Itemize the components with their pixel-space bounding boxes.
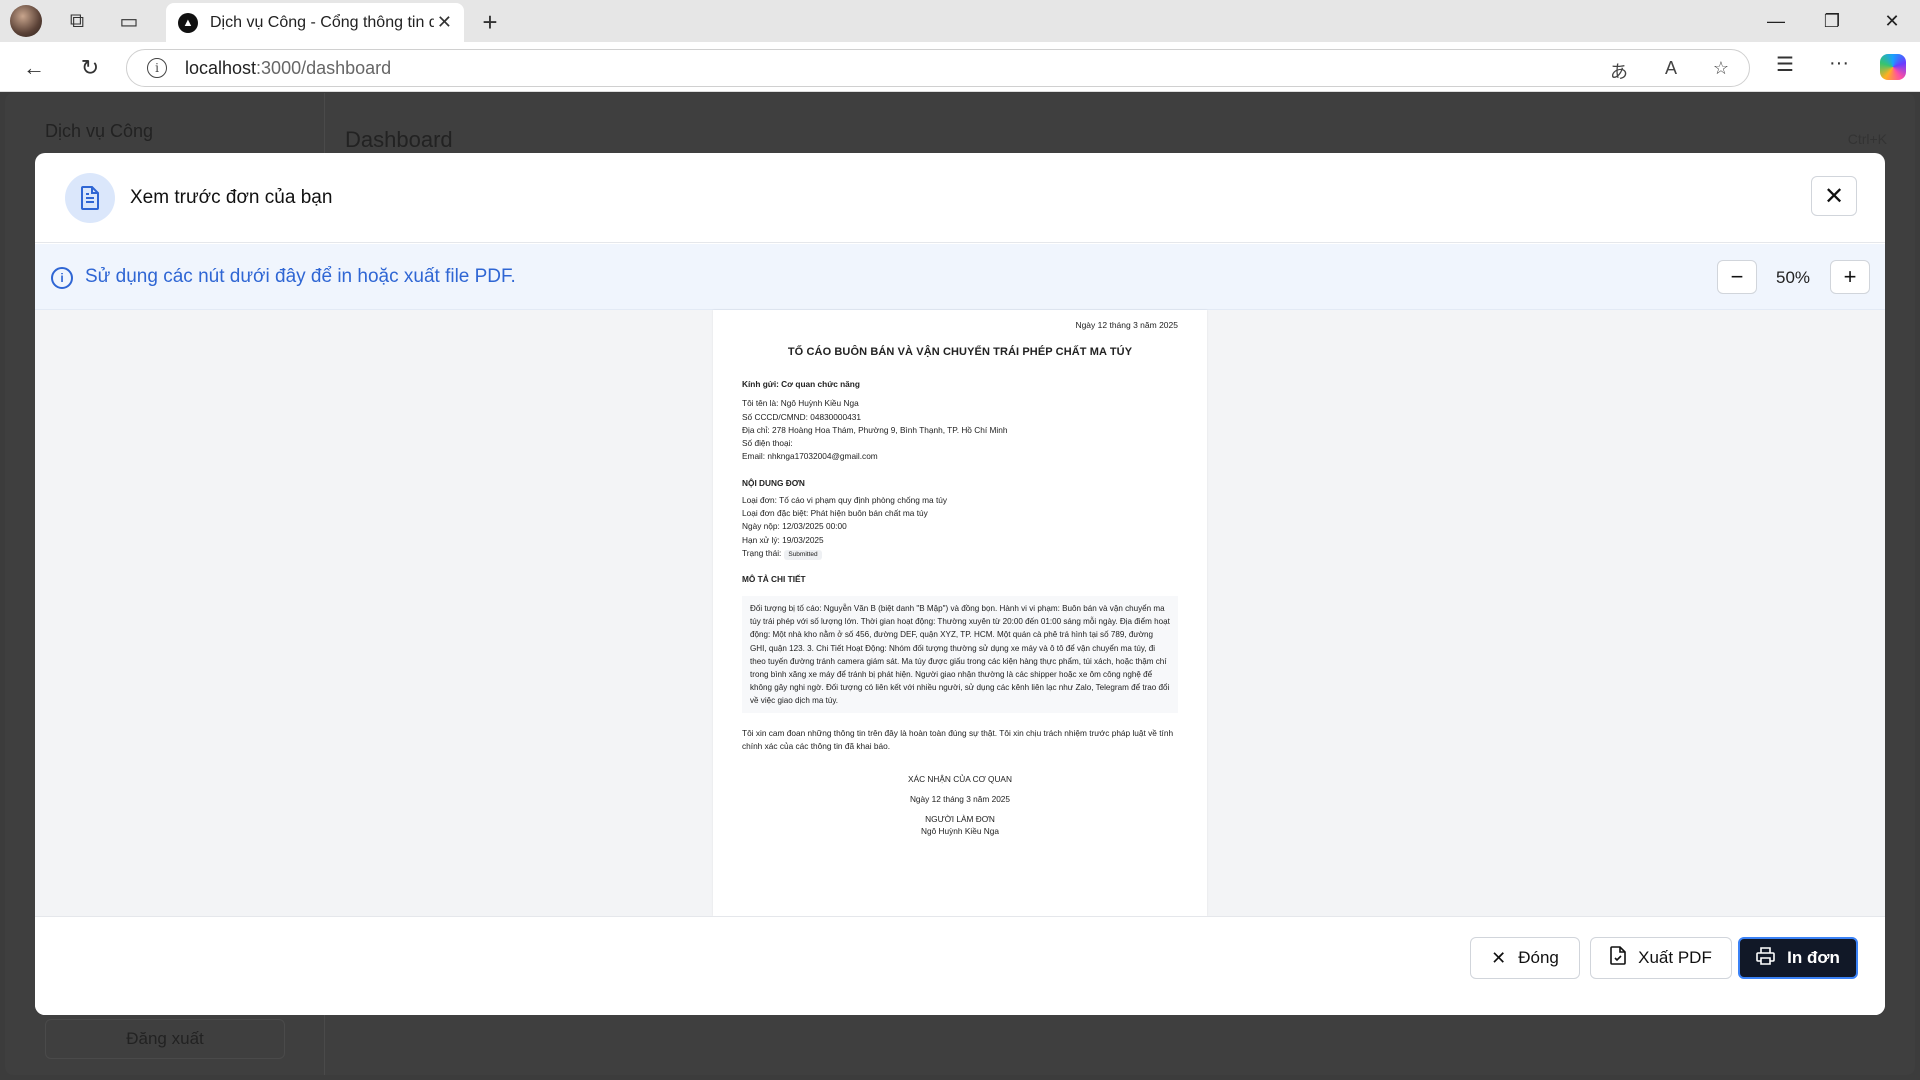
tab-title: Dịch vụ Công - Cổng thông tin dịch vụ cô… xyxy=(210,13,434,31)
modal-title: Xem trước đơn của bạn xyxy=(130,187,333,208)
export-pdf-button-label: Xuất PDF xyxy=(1638,948,1712,967)
doc-content-line: Loại đơn đặc biệt: Phát hiện buôn bán ch… xyxy=(742,508,928,519)
restore-icon[interactable]: ❐ xyxy=(1804,0,1860,42)
export-pdf-button[interactable]: Xuất PDF xyxy=(1590,937,1732,979)
doc-status-line: Trạng thái: Submitted xyxy=(742,547,1178,560)
doc-date-bottom: Ngày 12 tháng 3 năm 2025 xyxy=(909,793,1011,804)
zoom-out-button[interactable]: − xyxy=(1717,260,1757,294)
doc-sender-line: Địa chỉ: 278 Hoàng Hoa Thám, Phường 9, B… xyxy=(742,424,1008,435)
url-path: :3000/dashboard xyxy=(256,57,392,78)
doc-content-line: Hạn xử lý: 19/03/2025 xyxy=(742,534,824,545)
browser-tab-active[interactable]: ▲ Dịch vụ Công - Cổng thông tin dịch vụ … xyxy=(166,3,464,42)
print-button[interactable]: In đơn xyxy=(1738,937,1858,979)
doc-sender-block: Tôi tên là: Ngô Huỳnh Kiều Nga Số CCCD/C… xyxy=(742,397,1178,463)
document-paper: Ngày 12 tháng 3 năm 2025 TỐ CÁO BUÔN BÁN… xyxy=(713,310,1207,916)
close-icon: ✕ xyxy=(1823,182,1845,210)
doc-section-detail: MÔ TẢ CHI TIẾT xyxy=(742,574,806,585)
status-badge: Submitted xyxy=(784,549,822,560)
doc-recipient: Kính gửi: Cơ quan chức năng xyxy=(742,379,860,389)
url-text: localhost:3000/dashboard xyxy=(185,58,391,79)
doc-title: TỐ CÁO BUÔN BÁN VÀ VẬN CHUYỂN TRÁI PHÉP … xyxy=(787,346,1133,358)
file-pdf-icon xyxy=(1610,946,1626,970)
modal-close-button[interactable]: ✕ xyxy=(1811,176,1857,216)
close-button[interactable]: ✕ Đóng xyxy=(1470,937,1580,979)
site-info-icon[interactable]: i xyxy=(147,58,167,78)
workspaces-icon[interactable]: ⧉ xyxy=(56,0,98,42)
doc-sender-line: Số CCCD/CMND: 04830000431 xyxy=(742,411,861,422)
window-close-icon[interactable]: ✕ xyxy=(1864,0,1920,42)
back-icon[interactable]: ← xyxy=(16,50,52,86)
page-title: Dashboard xyxy=(345,127,453,152)
doc-content-line: Ngày nộp: 12/03/2025 00:00 xyxy=(742,521,847,532)
doc-sender-line: Email: nhknga17032004@gmail.com xyxy=(742,451,878,462)
favorites-icon[interactable]: ☰ xyxy=(1769,52,1801,77)
preview-area: Ngày 12 tháng 3 năm 2025 TỐ CÁO BUÔN BÁN… xyxy=(35,310,1885,916)
doc-signer-name: Ngô Huỳnh Kiều Nga xyxy=(921,825,999,836)
doc-commitment: Tôi xin cam đoan những thông tin trên đâ… xyxy=(742,728,1174,752)
doc-signer-label: NGƯỜI LÀM ĐƠN xyxy=(925,813,995,824)
modal-footer: ✕ Đóng Xuất PDF In đơn xyxy=(35,916,1885,1015)
doc-section-content: NỘI DUNG ĐƠN xyxy=(742,477,805,488)
search-shortcut: Ctrl+K xyxy=(1847,131,1887,147)
printer-icon xyxy=(1756,946,1775,970)
doc-confirm-label: XÁC NHẬN CỦA CƠ QUAN xyxy=(908,773,1012,784)
plus-icon: + xyxy=(1843,264,1857,289)
profile-avatar[interactable] xyxy=(10,5,42,37)
translate-icon[interactable]: あ xyxy=(1605,58,1633,84)
doc-detail-text: Đối tượng bị tố cáo: Nguyễn Văn B (biệt … xyxy=(742,596,1178,714)
zoom-level: 50% xyxy=(1775,268,1811,287)
preview-modal: Xem trước đơn của bạn ✕ i Sử dụng các nú… xyxy=(35,153,1885,1015)
doc-sender-line: Số điện thoại: xyxy=(742,438,793,449)
tab-actions-icon[interactable]: ▭ xyxy=(108,0,150,42)
info-icon: i xyxy=(51,267,73,289)
address-bar-row: ← ↻ i localhost:3000/dashboard あ A ☆ xyxy=(0,42,1920,92)
more-options-icon[interactable]: ··· xyxy=(1823,52,1855,75)
minus-icon: − xyxy=(1730,264,1744,289)
doc-sender-line: Tôi tên là: Ngô Huỳnh Kiều Nga xyxy=(742,398,859,409)
url-field[interactable]: i localhost:3000/dashboard あ A ☆ xyxy=(126,49,1750,87)
read-aloud-icon[interactable]: A xyxy=(1657,58,1685,79)
reload-icon[interactable]: ↻ xyxy=(72,50,108,86)
url-host: localhost xyxy=(185,57,257,78)
browser-tab-bar: ⧉ ▭ ▲ Dịch vụ Công - Cổng thông tin dịch… xyxy=(0,0,1920,42)
close-icon: ✕ xyxy=(1491,947,1507,968)
info-text: Sử dụng các nút dưới đây để in hoặc xuất… xyxy=(85,266,516,287)
doc-content-block: Loại đơn: Tố cáo vi phạm quy định phòng … xyxy=(742,494,1178,560)
sidebar-brand: Dịch vụ Công xyxy=(45,121,154,141)
zoom-in-button[interactable]: + xyxy=(1830,260,1870,294)
info-bar: i Sử dụng các nút dưới đây để in hoặc xu… xyxy=(35,244,1885,310)
document-icon xyxy=(65,173,115,223)
tab-favicon-icon: ▲ xyxy=(178,12,198,33)
copilot-icon[interactable] xyxy=(1880,54,1906,80)
close-button-label: Đóng xyxy=(1518,948,1559,967)
tab-close-icon[interactable]: ✕ xyxy=(437,12,452,33)
modal-header: Xem trước đơn của bạn ✕ xyxy=(35,153,1885,243)
favorite-star-icon[interactable]: ☆ xyxy=(1707,58,1735,79)
doc-status-label: Trạng thái: xyxy=(742,547,782,558)
minimize-icon[interactable]: — xyxy=(1748,0,1804,42)
print-button-label: In đơn xyxy=(1787,948,1840,967)
new-tab-icon[interactable]: + xyxy=(472,4,508,40)
doc-content-line: Loại đơn: Tố cáo vi phạm quy định phòng … xyxy=(742,494,948,505)
logout-button[interactable]: Đăng xuất xyxy=(45,1019,285,1059)
doc-date-top: Ngày 12 tháng 3 năm 2025 xyxy=(1075,320,1178,330)
